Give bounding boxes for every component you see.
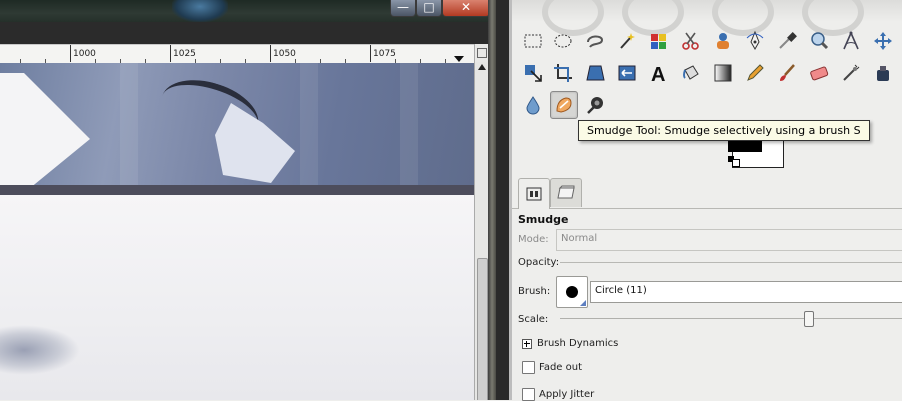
scale-slider-handle[interactable]	[804, 311, 814, 327]
move-icon[interactable]	[870, 28, 896, 54]
eraser-icon[interactable]	[806, 60, 832, 86]
scale-label: Scale:	[518, 314, 549, 325]
layers-icon	[557, 185, 575, 199]
vertical-scrollbar[interactable]	[474, 62, 489, 400]
align-icon[interactable]	[520, 60, 546, 86]
brush-name-value: Circle (11)	[595, 285, 647, 296]
apply-jitter-checkbox[interactable]	[522, 388, 535, 401]
navigate-icon	[477, 48, 487, 58]
minimize-button[interactable]: —	[390, 0, 416, 17]
tab-tool-options[interactable]	[518, 178, 550, 209]
brush-dynamics-label[interactable]: Brush Dynamics	[537, 338, 618, 349]
ellipse-select-icon[interactable]	[550, 28, 576, 54]
scale-icon[interactable]	[614, 60, 640, 86]
color-picker-icon[interactable]	[774, 28, 800, 54]
brush-preview-button[interactable]	[556, 276, 588, 308]
dock-tabs	[512, 174, 902, 209]
tool-tooltip: Smudge Tool: Smudge selectively using a …	[578, 120, 870, 141]
expand-icon[interactable]	[522, 339, 532, 349]
mode-select[interactable]: Normal	[556, 229, 902, 251]
pane-divider	[496, 0, 512, 400]
ruler-tick	[270, 45, 271, 62]
photo-streak	[400, 63, 418, 193]
app-logo-icon	[172, 0, 228, 22]
tab-layers[interactable]	[550, 178, 582, 207]
brush-shape-icon	[566, 286, 578, 298]
paths-icon[interactable]	[742, 28, 768, 54]
text-icon[interactable]: A	[646, 60, 672, 86]
close-button[interactable]: ✕	[442, 0, 490, 17]
ruler-label: 1025	[173, 49, 196, 59]
airbrush-icon[interactable]	[838, 60, 864, 86]
scissors-select-icon[interactable]	[678, 28, 704, 54]
brush-label: Brush:	[518, 286, 551, 297]
brush-name-field[interactable]: Circle (11)	[590, 281, 902, 303]
ink-icon[interactable]	[870, 60, 896, 86]
paintbrush-icon[interactable]	[774, 60, 800, 86]
dodge-burn-icon[interactable]	[582, 92, 608, 118]
smudge-icon[interactable]	[550, 91, 578, 119]
ruler-label: 1000	[73, 49, 96, 59]
mode-label: Mode:	[518, 234, 549, 245]
ruler-label: 1050	[273, 49, 296, 59]
fuzzy-select-icon[interactable]	[614, 28, 640, 54]
ruler-label: 1075	[373, 49, 396, 59]
toolbox-header	[512, 0, 902, 36]
rect-select-icon[interactable]	[520, 28, 546, 54]
photo-streak	[300, 63, 318, 193]
photo-smudge	[0, 325, 80, 375]
ruler-tick	[370, 45, 371, 62]
scroll-up-icon[interactable]	[478, 64, 486, 70]
opacity-slider[interactable]	[560, 262, 902, 263]
pencil-icon[interactable]	[742, 60, 768, 86]
maximize-button[interactable]: □	[416, 0, 442, 17]
image-window: — □ ✕ 1000 1025 1050 1075	[0, 0, 496, 400]
scrollbar-thumb[interactable]	[477, 258, 488, 400]
ruler-tick	[70, 45, 71, 62]
ruler-tick	[170, 45, 171, 62]
navigate-button[interactable]	[474, 44, 489, 62]
tool-options-title: Smudge	[518, 213, 569, 226]
window-border	[488, 0, 496, 400]
photo-streak	[120, 63, 138, 193]
foreground-select-icon[interactable]	[710, 28, 736, 54]
horizontal-ruler[interactable]: 1000 1025 1050 1075	[0, 44, 474, 64]
bucket-fill-icon[interactable]	[678, 60, 704, 86]
apply-jitter-label: Apply Jitter	[539, 389, 595, 400]
default-colors-icon[interactable]	[732, 159, 740, 167]
mode-value: Normal	[561, 233, 598, 244]
measure-icon[interactable]	[838, 28, 864, 54]
window-titlebar: — □ ✕	[0, 0, 496, 22]
opacity-label: Opacity:	[518, 257, 560, 268]
fade-out-label: Fade out	[539, 362, 583, 373]
svg-text:A: A	[651, 64, 665, 84]
scale-slider-track[interactable]	[560, 318, 902, 319]
toolbox-panel: A Smudge Mode: Normal Opacity: Brush: Ci…	[512, 0, 902, 401]
zoom-icon[interactable]	[806, 28, 832, 54]
color-select-icon[interactable]	[646, 28, 672, 54]
blend-icon[interactable]	[710, 60, 736, 86]
image-canvas[interactable]	[0, 63, 474, 400]
ruler-menu-arrow-icon[interactable]	[454, 56, 464, 62]
tool-options-icon	[526, 187, 542, 201]
free-select-icon[interactable]	[582, 28, 608, 54]
rotate-icon[interactable]	[582, 60, 608, 86]
fade-out-checkbox[interactable]	[522, 361, 535, 374]
brush-picker-corner-icon	[580, 300, 586, 306]
blur-sharpen-icon[interactable]	[520, 92, 546, 118]
crop-icon[interactable]	[550, 60, 576, 86]
photo-edge	[0, 185, 474, 195]
